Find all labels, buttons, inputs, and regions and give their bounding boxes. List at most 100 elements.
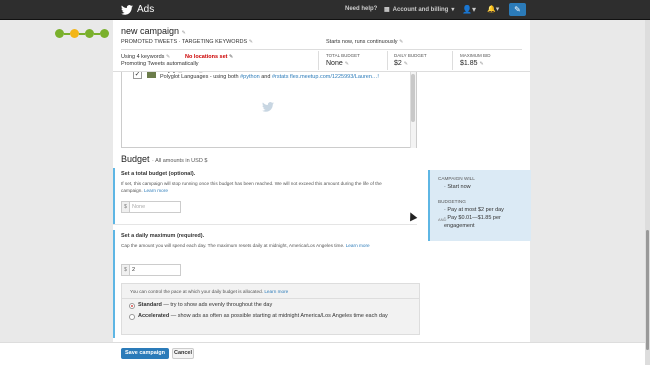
pencil-icon[interactable]: ✎ — [182, 30, 186, 36]
pencil-icon[interactable]: ✎ — [166, 54, 170, 60]
campaign-title-text: new campaign — [121, 26, 180, 36]
user-icon: 👤 — [462, 5, 472, 14]
tweet-list: ✓ an-jay @Olders_Coach 2 Jul 3:59 PM Pol… — [121, 68, 417, 148]
chevron-down-icon: ▾ — [471, 5, 476, 14]
campaign-type-text: PROMOTED TWEETS · TARGETING KEYWORDS — [121, 39, 248, 45]
total-budget-placeholder: None — [132, 204, 146, 210]
campaign-summary-header: new campaign ✎ PROMOTED TWEETS · TARGETI… — [113, 20, 530, 72]
divider — [122, 298, 419, 299]
learn-more-link[interactable]: Learn more — [346, 243, 370, 248]
step-progress — [55, 29, 109, 38]
standard-option[interactable]: Standard — try to show ads evenly throug… — [138, 302, 408, 310]
daily-max-desc-text: Cap the amount you will spend each day. … — [121, 243, 345, 248]
daily-max-input[interactable]: $ 2 — [121, 264, 181, 276]
summary-item: · Pay at most $2 per day — [444, 207, 504, 213]
divider — [387, 51, 388, 70]
daily-max-value: 2 — [132, 267, 136, 273]
tweet-url-link[interactable]: fles.meetup.com/1225993/Lauren…! — [288, 74, 379, 80]
pencil-icon[interactable]: ✎ — [249, 39, 253, 45]
account-label: Account and billing — [392, 6, 449, 13]
summary-pay-most-text: Pay at most $2 per day — [447, 207, 504, 213]
pencil-icon[interactable]: ✎ — [399, 39, 403, 45]
section-indicator — [113, 168, 115, 224]
twitter-bird-icon — [262, 102, 274, 112]
daily-max-description: Cap the amount you will spend each day. … — [121, 242, 386, 249]
divider — [113, 224, 417, 225]
tweet-text-and: and — [259, 74, 272, 80]
learn-more-link[interactable]: Learn more — [264, 289, 288, 294]
save-campaign-button[interactable]: Save campaign — [121, 348, 169, 359]
campaign-will-summary: CAMPAIGN WILL · Start now BUDGETING · Pa… — [428, 170, 531, 241]
no-locations-warning: No locations set ✎ — [185, 54, 233, 60]
account-billing-menu[interactable]: ▦ Account and billing ▾ — [384, 6, 455, 14]
top-nav: Ads Need help? ▦ Account and billing ▾ 👤… — [0, 0, 650, 20]
total-budget-input[interactable]: $ None — [121, 201, 181, 213]
user-menu[interactable]: 👤▾ — [462, 5, 476, 14]
pencil-icon[interactable]: ✎ — [345, 61, 349, 67]
campaign-title[interactable]: new campaign ✎ — [121, 26, 186, 36]
pacing-note: You can control the pace at which your d… — [130, 289, 288, 294]
no-locations-text: No locations set — [185, 54, 228, 60]
accelerated-radio[interactable] — [129, 314, 135, 320]
pencil-icon[interactable]: ✎ — [479, 61, 483, 67]
hashtag-link[interactable]: #python — [240, 74, 260, 80]
tweet-text-prefix: Polyglot Languages - using both — [160, 74, 241, 80]
summary-item: · Start now — [444, 184, 471, 190]
bell-icon: 🔔 — [487, 6, 496, 13]
divider — [452, 51, 453, 70]
currency-note: · All amounts in USD $ — [152, 158, 208, 164]
budget-heading-text: Budget — [121, 154, 150, 164]
daily-budget-value: $2 ✎ — [394, 60, 408, 67]
max-bid-text: $1.85 — [460, 60, 478, 67]
pacing-note-text: You can control the pace at which your d… — [130, 289, 263, 294]
keywords-summary: Using 4 keywords ✎ — [121, 54, 170, 60]
daily-budget-text: $2 — [394, 60, 402, 67]
tweet-text: Polyglot Languages - using both #python … — [160, 74, 379, 80]
compose-button[interactable]: ✎ — [509, 3, 526, 16]
currency-prefix: $ — [122, 202, 130, 212]
total-budget-value: None ✎ — [326, 60, 349, 67]
scrollbar-thumb[interactable] — [411, 74, 415, 122]
campaign-will-heading: CAMPAIGN WILL — [438, 176, 475, 181]
promoting-summary: Promoting Tweets automatically — [121, 61, 199, 67]
daily-budget-label: DAILY BUDGET — [394, 53, 427, 58]
total-budget-text: None — [326, 60, 343, 67]
step-dot-current[interactable] — [70, 29, 79, 38]
divider — [121, 49, 522, 50]
summary-item: · Pay $0.01—$1.85 per engagement — [444, 215, 501, 229]
notifications-menu[interactable]: 🔔▾ — [487, 5, 499, 13]
pencil-icon[interactable]: ✎ — [229, 54, 233, 60]
footer-bar — [0, 342, 650, 365]
total-budget-title: Set a total budget (optional). — [121, 171, 196, 177]
currency-prefix: $ — [122, 265, 130, 275]
standard-desc: — try to show ads evenly throughout the … — [161, 302, 273, 308]
ads-logo[interactable]: Ads — [121, 4, 154, 15]
cancel-button[interactable]: Cancel — [172, 348, 194, 359]
max-bid-value: $1.85 ✎ — [460, 60, 484, 67]
budgeting-heading: BUDGETING — [438, 199, 466, 204]
briefcase-icon: ▦ — [384, 7, 390, 13]
pencil-icon[interactable]: ✎ — [404, 61, 408, 67]
twitter-bird-icon — [121, 4, 133, 15]
page-scrollbar[interactable] — [645, 20, 650, 365]
scrollbar-thumb[interactable] — [646, 230, 649, 350]
keywords-text: Using 4 keywords — [121, 54, 165, 60]
learn-more-link[interactable]: Learn more — [144, 188, 168, 193]
compose-icon: ✎ — [514, 5, 521, 14]
step-dot[interactable] — [100, 29, 109, 38]
tweet-list-scrollbar[interactable] — [410, 72, 416, 148]
brand-label: Ads — [137, 4, 155, 15]
hashtag-link[interactable]: #rstats — [272, 74, 289, 80]
summary-pay-range-text: Pay $0.01—$1.85 per engagement — [444, 215, 501, 229]
chevron-down-icon: ▾ — [451, 7, 455, 13]
daily-max-title: Set a daily maximum (required). — [121, 233, 205, 239]
accelerated-option[interactable]: Accelerated — show ads as often as possi… — [138, 313, 408, 321]
step-dot[interactable] — [85, 29, 94, 38]
standard-radio[interactable] — [129, 303, 135, 309]
help-link[interactable]: Need help? — [345, 6, 377, 12]
schedule-text: Starts now, runs continuously — [326, 39, 398, 45]
total-budget-description: If set, this campaign will stop running … — [121, 180, 386, 194]
pacing-options: You can control the pace at which your d… — [121, 283, 420, 335]
summary-start-text: Start now — [447, 184, 471, 190]
step-dot[interactable] — [55, 29, 64, 38]
